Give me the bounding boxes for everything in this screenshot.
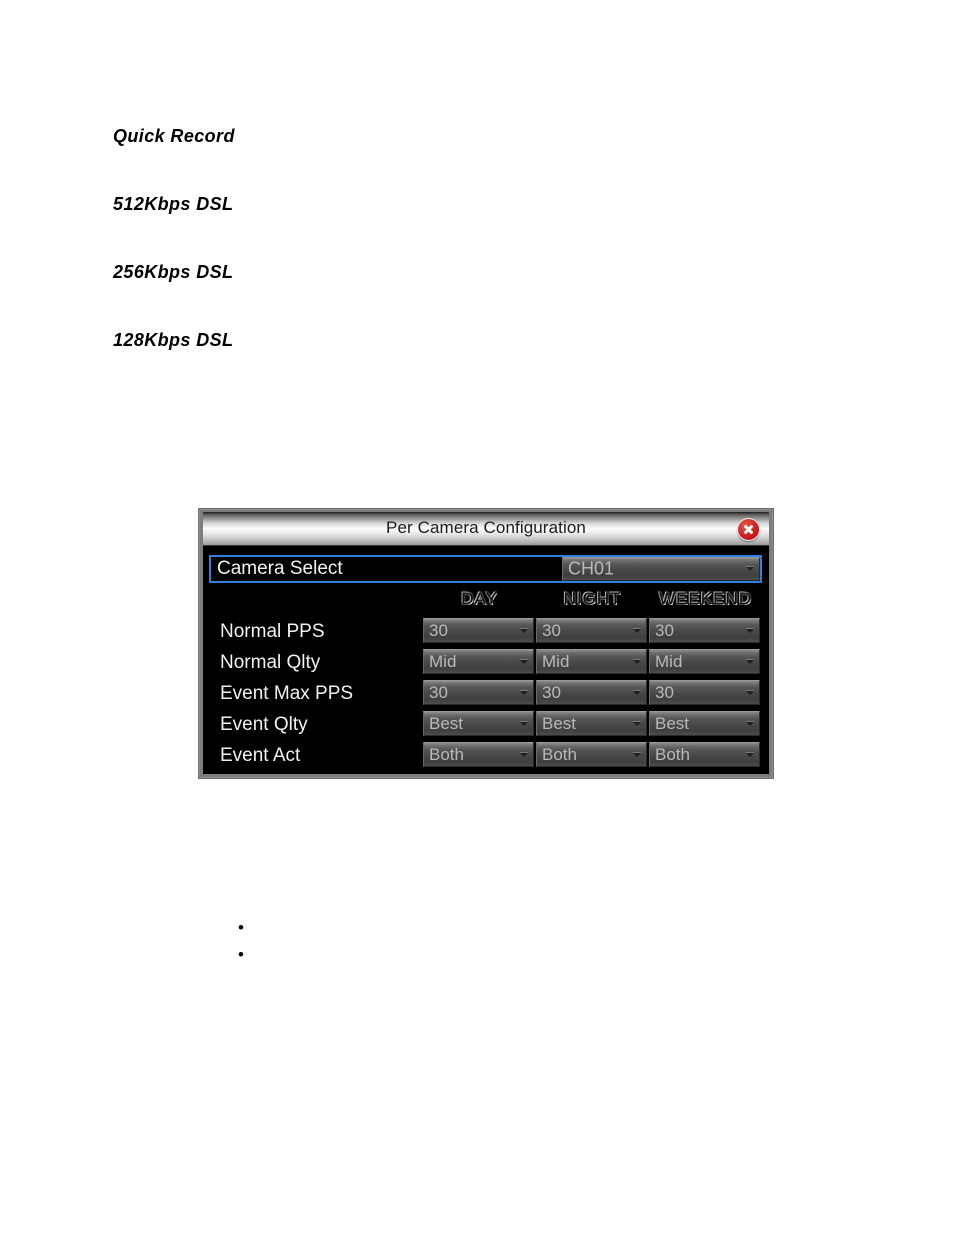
cell-value: Best [655,713,690,733]
row-cells: Best Best Best [423,711,762,736]
cell-value: Both [655,744,690,764]
camera-select-row[interactable]: Camera Select CH01 [209,555,762,583]
heading-256kbps-dsl: 256Kbps DSL [113,262,234,282]
normal-pps-weekend-dropdown[interactable]: 30 [649,618,760,643]
dialog-title: Per Camera Configuration [386,518,586,537]
chevron-down-icon [633,627,641,633]
chevron-down-icon [746,566,754,571]
chevron-down-icon [520,627,528,633]
row-cells: Both Both Both [423,742,762,767]
row-label-normal-qlty: Normal Qlty [220,651,321,673]
cell-value: 30 [429,620,448,640]
normal-pps-day-dropdown[interactable]: 30 [423,618,534,643]
chevron-down-icon [633,720,641,726]
column-header-night: NIGHT [563,589,622,608]
event-max-pps-day-dropdown[interactable]: 30 [423,680,534,705]
chevron-down-icon [520,751,528,757]
table-row: Normal Qlty Mid Mid Mid [203,647,769,678]
chevron-down-icon [633,689,641,695]
cell-value: Both [429,744,464,764]
column-headers: DAY NIGHT WEEKEND [203,589,769,613]
bullet-list [238,919,256,976]
row-label-event-max-pps: Event Max PPS [220,682,354,704]
row-label-event-act: Event Act [220,744,301,766]
chevron-down-icon [633,658,641,664]
normal-qlty-weekend-dropdown[interactable]: Mid [649,649,760,674]
cell-value: Mid [429,651,457,671]
close-icon[interactable] [737,518,760,541]
list-item [238,946,256,976]
chevron-down-icon [520,658,528,664]
per-camera-configuration-dialog: Per Camera Configuration Camera Select C… [198,508,774,779]
cell-value: 30 [429,682,448,702]
event-qlty-night-dropdown[interactable]: Best [536,711,647,736]
cell-value: Best [542,713,577,733]
event-max-pps-night-dropdown[interactable]: 30 [536,680,647,705]
cell-value: Mid [542,651,570,671]
cell-value: 30 [542,620,561,640]
cell-value: 30 [655,682,674,702]
normal-qlty-day-dropdown[interactable]: Mid [423,649,534,674]
column-header-weekend: WEEKEND [659,589,752,608]
table-row: Event Max PPS 30 30 30 [203,678,769,709]
normal-pps-night-dropdown[interactable]: 30 [536,618,647,643]
event-qlty-day-dropdown[interactable]: Best [423,711,534,736]
event-act-day-dropdown[interactable]: Both [423,742,534,767]
chevron-down-icon [746,751,754,757]
cell-value: Best [429,713,464,733]
dialog-body: Camera Select CH01 DAY NIGHT WEEKEND Nor… [203,546,769,774]
heading-512kbps-dsl: 512Kbps DSL [113,194,234,214]
row-cells: Mid Mid Mid [423,649,762,674]
settings-grid: Normal PPS 30 30 30 Normal Qlty Mid Mid … [203,616,769,771]
camera-select-value: CH01 [568,558,615,579]
chevron-down-icon [633,751,641,757]
event-act-night-dropdown[interactable]: Both [536,742,647,767]
chevron-down-icon [520,689,528,695]
heading-quick-record: Quick Record [113,126,235,146]
camera-select-label: Camera Select [217,558,343,579]
normal-qlty-night-dropdown[interactable]: Mid [536,649,647,674]
row-label-event-qlty: Event Qlty [220,713,308,735]
event-act-weekend-dropdown[interactable]: Both [649,742,760,767]
chevron-down-icon [746,658,754,664]
chevron-down-icon [746,689,754,695]
column-header-day: DAY [461,589,498,608]
cell-value: 30 [542,682,561,702]
event-qlty-weekend-dropdown[interactable]: Best [649,711,760,736]
event-max-pps-weekend-dropdown[interactable]: 30 [649,680,760,705]
row-cells: 30 30 30 [423,680,762,705]
dialog-titlebar[interactable]: Per Camera Configuration [203,512,769,546]
row-label-normal-pps: Normal PPS [220,620,325,642]
camera-select-dropdown[interactable]: CH01 [562,557,760,581]
chevron-down-icon [746,627,754,633]
table-row: Event Qlty Best Best Best [203,709,769,740]
chevron-down-icon [746,720,754,726]
cell-value: 30 [655,620,674,640]
cell-value: Mid [655,651,683,671]
heading-128kbps-dsl: 128Kbps DSL [113,330,234,350]
table-row: Normal PPS 30 30 30 [203,616,769,647]
cell-value: Both [542,744,577,764]
row-cells: 30 30 30 [423,618,762,643]
chevron-down-icon [520,720,528,726]
table-row: Event Act Both Both Both [203,740,769,771]
